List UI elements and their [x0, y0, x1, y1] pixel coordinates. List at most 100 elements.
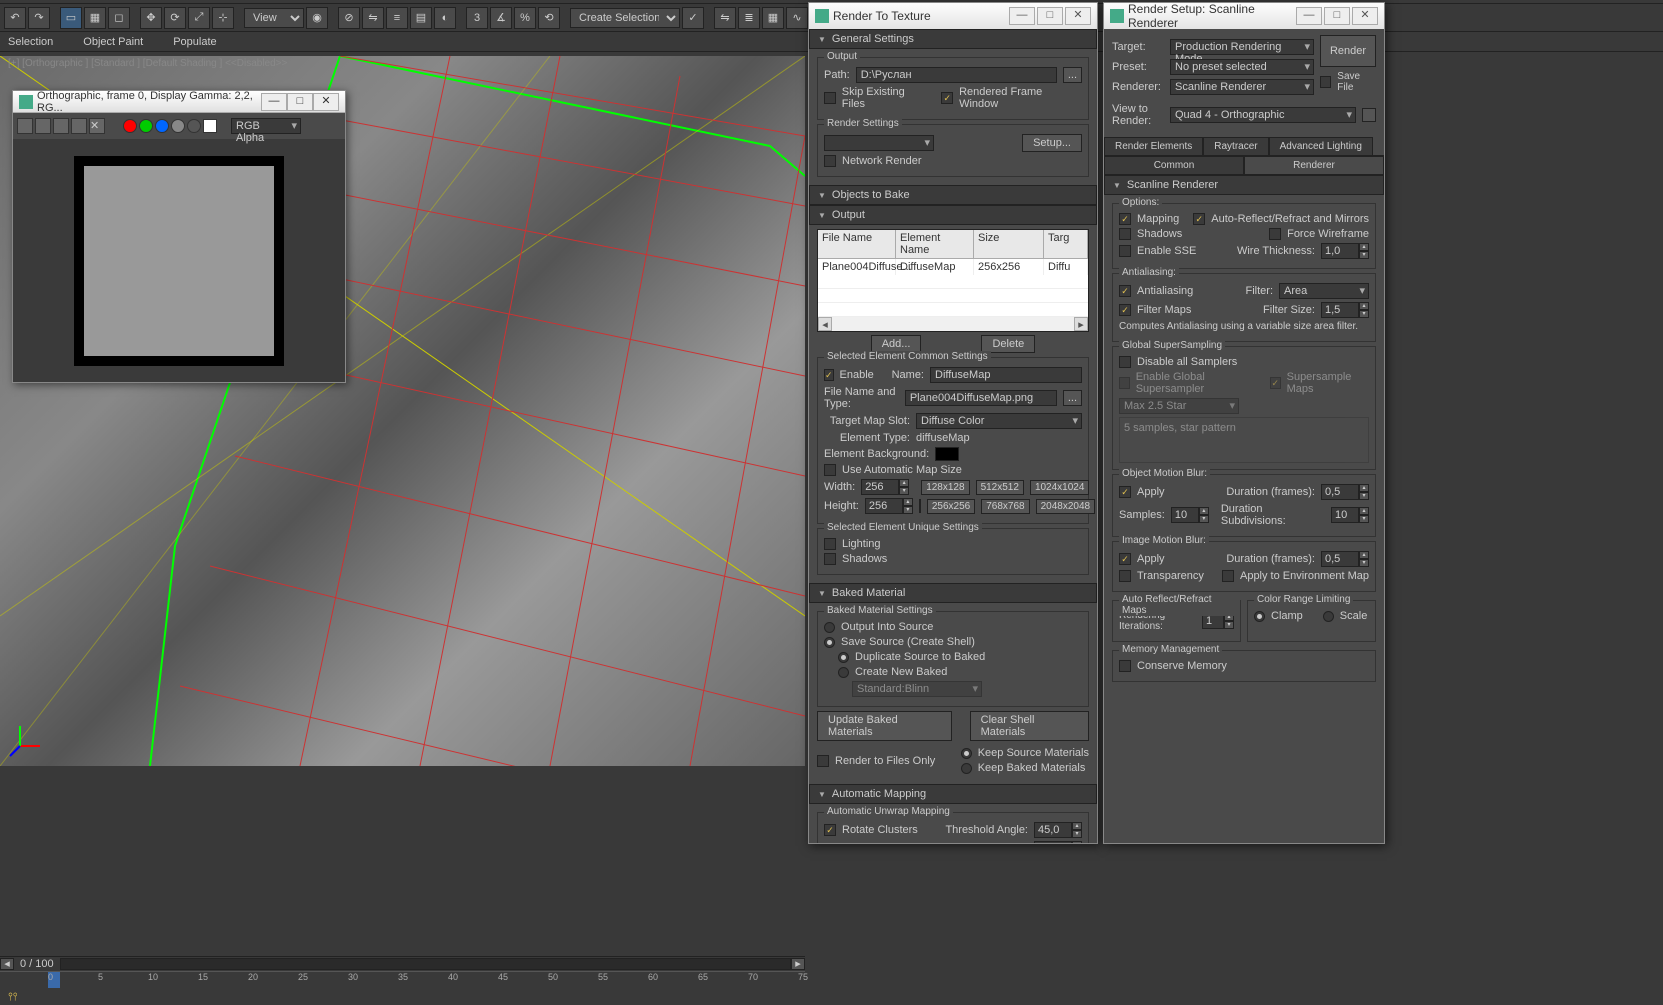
filename-input[interactable] [905, 390, 1057, 406]
lock-icon[interactable] [919, 499, 921, 513]
mapping-checkbox[interactable] [1119, 213, 1131, 225]
update-baked-button[interactable]: Update Baked Materials [817, 711, 952, 741]
ribbon-selection[interactable]: Selection [8, 36, 53, 48]
baked-material-rollout[interactable]: Baked Material [809, 583, 1097, 603]
channel-blue[interactable] [155, 119, 169, 133]
size-1024[interactable]: 1024x1024 [1030, 480, 1090, 495]
size-128[interactable]: 128x128 [921, 480, 969, 495]
renderer-select[interactable]: Scanline Renderer [1170, 79, 1314, 95]
tab-common[interactable]: Common [1104, 156, 1244, 174]
scroll-left[interactable]: ◂ [0, 958, 14, 970]
imb-duration-spinner[interactable]: ▴▾ [1321, 551, 1369, 567]
scroll-track[interactable] [60, 958, 791, 970]
selection-set-select[interactable]: Create Selection Se [570, 8, 680, 28]
disable-samplers-checkbox[interactable] [1119, 356, 1131, 368]
shadows-checkbox[interactable] [1119, 228, 1131, 240]
target-select[interactable]: Production Rendering Mode [1170, 39, 1314, 55]
lock-icon[interactable] [1362, 108, 1376, 122]
maximize-button[interactable]: □ [287, 93, 313, 111]
tool-mirror2[interactable]: ⇋ [714, 7, 736, 29]
output-into-source-radio[interactable] [824, 622, 835, 633]
bg-swatch[interactable] [935, 447, 959, 461]
tab-raytracer[interactable]: Raytracer [1203, 137, 1268, 155]
viewport-label[interactable]: [+] [Orthographic ] [Standard ] [Default… [8, 58, 287, 69]
force-wire-checkbox[interactable] [1269, 228, 1281, 240]
filter-size-spinner[interactable]: ▴▾ [1321, 302, 1369, 318]
objects-to-bake-rollout[interactable]: Objects to Bake [809, 185, 1097, 205]
size-512[interactable]: 512x512 [976, 480, 1024, 495]
threshold-spinner[interactable]: ▴▾ [1034, 822, 1082, 838]
tool-align[interactable]: ≡ [386, 7, 408, 29]
tool-link[interactable]: ⊘ [338, 7, 360, 29]
skip-existing-checkbox[interactable] [824, 92, 836, 104]
table-row[interactable]: Plane004Diffuse... DiffuseMap 256x256 Di… [818, 259, 1088, 275]
minimize-button[interactable]: — [1296, 7, 1322, 25]
tool-move[interactable]: ✥ [140, 7, 162, 29]
tool-layers[interactable]: ▤ [410, 7, 432, 29]
angle-snap[interactable]: ∡ [490, 7, 512, 29]
browse-file-button[interactable]: ... [1063, 390, 1082, 406]
tab-renderer[interactable]: Renderer [1244, 156, 1384, 174]
shadows-checkbox[interactable] [824, 553, 836, 565]
channel-red[interactable] [123, 119, 137, 133]
maximize-button[interactable]: □ [1324, 7, 1350, 25]
channel-mono[interactable] [187, 119, 201, 133]
spacing-spinner[interactable]: ▴▾ [1034, 841, 1082, 843]
hscroll-track[interactable] [832, 317, 1074, 331]
scanline-rollout[interactable]: Scanline Renderer [1104, 175, 1384, 195]
width-spinner[interactable]: ▴▾ [861, 479, 909, 495]
tool-redo[interactable]: ↷ [28, 7, 50, 29]
tool-ribbon[interactable]: ▦ [762, 7, 784, 29]
scroll-right[interactable]: ▸ [791, 958, 805, 970]
output-rollout[interactable]: Output [809, 205, 1097, 225]
rendered-frame-checkbox[interactable] [941, 92, 953, 104]
tab-advanced-lighting[interactable]: Advanced Lighting [1269, 137, 1373, 155]
tool-curve[interactable]: ∿ [786, 7, 808, 29]
antialiasing-checkbox[interactable] [1119, 285, 1131, 297]
scale-radio[interactable] [1323, 611, 1334, 622]
tab-render-elements[interactable]: Render Elements [1104, 137, 1203, 155]
ribbon-object-paint[interactable]: Object Paint [83, 36, 143, 48]
tool-mirror[interactable]: ⇋ [362, 7, 384, 29]
channel-green[interactable] [139, 119, 153, 133]
clamp-radio[interactable] [1254, 611, 1265, 622]
keep-baked-radio[interactable] [961, 763, 972, 774]
rotate-clusters-checkbox[interactable] [824, 824, 836, 836]
transparency-checkbox[interactable] [1119, 570, 1131, 582]
ref-coord-select[interactable]: View [244, 8, 304, 28]
channel-alpha[interactable] [171, 119, 185, 133]
view-select[interactable]: Quad 4 - Orthographic [1170, 107, 1356, 123]
enable-sse-checkbox[interactable] [1119, 245, 1131, 257]
render-button[interactable]: Render [1320, 35, 1376, 67]
tool-undo[interactable]: ↶ [4, 7, 26, 29]
tool-select-rect[interactable]: ◻ [108, 7, 130, 29]
maximize-button[interactable]: □ [1037, 7, 1063, 25]
snap-toggle[interactable]: 3 [466, 7, 488, 29]
auto-reflect-checkbox[interactable] [1193, 213, 1205, 225]
hscroll-right[interactable]: ▸ [1074, 317, 1088, 331]
imb-apply-checkbox[interactable] [1119, 553, 1131, 565]
ribbon-populate[interactable]: Populate [173, 36, 216, 48]
tool-sel-a[interactable]: ✓ [682, 7, 704, 29]
enable-gss-checkbox[interactable] [1119, 377, 1130, 389]
omb-apply-checkbox[interactable] [1119, 486, 1131, 498]
render-files-checkbox[interactable] [817, 755, 829, 767]
clear-shell-button[interactable]: Clear Shell Materials [970, 711, 1089, 741]
swatch-white[interactable] [203, 119, 217, 133]
size-256[interactable]: 256x256 [927, 499, 975, 514]
tool-select-name[interactable]: ▦ [84, 7, 106, 29]
time-ruler[interactable]: 051015202530354045505560657075 [0, 971, 805, 989]
filter-maps-checkbox[interactable] [1119, 304, 1131, 316]
percent-snap[interactable]: % [514, 7, 536, 29]
print-icon[interactable] [71, 118, 87, 134]
setup-button[interactable]: Setup... [1022, 134, 1082, 152]
filter-select[interactable]: Area [1279, 283, 1369, 299]
dup-source-radio[interactable] [838, 652, 849, 663]
tool-align2[interactable]: ≣ [738, 7, 760, 29]
network-render-checkbox[interactable] [824, 155, 836, 167]
hscroll-left[interactable]: ◂ [818, 317, 832, 331]
lighting-checkbox[interactable] [824, 538, 836, 550]
render-settings-select[interactable] [824, 135, 934, 151]
enable-checkbox[interactable] [824, 369, 834, 381]
tool-pivot[interactable]: ◉ [306, 7, 328, 29]
